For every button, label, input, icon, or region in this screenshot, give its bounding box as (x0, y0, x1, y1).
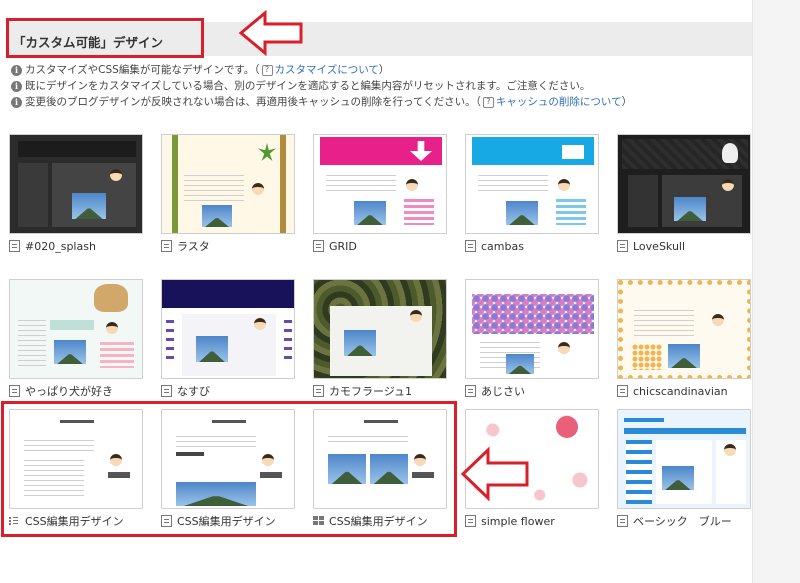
info-icon: i (11, 96, 22, 108)
design-caption: やっぱり犬が好き (9, 384, 143, 398)
info-icon: i (11, 64, 22, 76)
document-icon (9, 240, 20, 252)
left-arrow-annotation (238, 10, 303, 56)
design-thumbnail[interactable] (465, 134, 599, 234)
design-thumbnail[interactable] (465, 279, 599, 379)
help-icon: ? (261, 64, 273, 76)
note-reset-warning: i 既にデザインをカスタマイズしている場合、別のデザインを適応すると編集内容がリ… (11, 78, 632, 94)
notes: i カスタマイズやCSS編集が可能なデザインです。（ ? カスタマイズについて … (11, 62, 632, 110)
left-arrow-annotation (460, 446, 529, 502)
customize-help-link[interactable]: カスタマイズについて (275, 62, 379, 78)
design-card[interactable]: GRID (313, 134, 447, 253)
design-caption: #020_splash (9, 239, 143, 253)
design-caption: あじさい (465, 384, 599, 398)
design-caption: simple flower (465, 514, 599, 528)
design-card[interactable]: ベーシック ブルー (617, 409, 751, 528)
design-caption: カモフラージュ1 (313, 384, 447, 398)
design-card[interactable]: ラスタ (161, 134, 295, 253)
document-icon (465, 240, 476, 252)
document-icon (9, 385, 20, 397)
design-thumbnail[interactable] (9, 134, 143, 234)
cache-help-link[interactable]: キャッシュの削除について (496, 94, 622, 110)
note-customizable: i カスタマイズやCSS編集が可能なデザインです。（ ? カスタマイズについて … (11, 62, 632, 78)
document-icon (617, 240, 628, 252)
design-caption: chicscandinavian (617, 384, 751, 398)
page-scroll-gutter (752, 0, 800, 583)
document-icon (465, 385, 476, 397)
design-card[interactable]: LoveSkull (617, 134, 751, 253)
design-caption: LoveSkull (617, 239, 751, 253)
design-thumbnail[interactable] (313, 279, 447, 379)
note-cache: i 変更後のブログデザインが反映されない場合は、再適用後キャッシュの削除を行って… (11, 94, 632, 110)
design-thumbnail[interactable] (617, 134, 751, 234)
document-icon (161, 385, 172, 397)
design-caption: ラスタ (161, 239, 295, 253)
highlight-box-css-designs (1, 401, 457, 537)
document-icon (617, 385, 628, 397)
design-card[interactable]: なすび (161, 279, 295, 398)
design-thumbnail[interactable] (9, 279, 143, 379)
help-icon: ? (482, 96, 494, 108)
design-caption: ベーシック ブルー (617, 514, 751, 528)
design-caption: GRID (313, 239, 447, 253)
document-icon (161, 240, 172, 252)
document-icon (313, 240, 324, 252)
document-icon (465, 515, 476, 527)
design-card[interactable]: chicscandinavian (617, 279, 751, 398)
design-thumbnail[interactable] (313, 134, 447, 234)
design-thumbnail[interactable] (161, 134, 295, 234)
design-caption: cambas (465, 239, 599, 253)
design-card[interactable]: やっぱり犬が好き (9, 279, 143, 398)
design-caption: なすび (161, 384, 295, 398)
design-card[interactable]: カモフラージュ1 (313, 279, 447, 398)
document-icon (617, 515, 628, 527)
design-thumbnail[interactable] (617, 409, 751, 509)
design-card[interactable]: cambas (465, 134, 599, 253)
design-thumbnail[interactable] (161, 279, 295, 379)
design-card[interactable]: #020_splash (9, 134, 143, 253)
info-icon: i (11, 80, 22, 92)
design-card[interactable]: あじさい (465, 279, 599, 398)
document-icon (313, 385, 324, 397)
design-thumbnail[interactable] (617, 279, 751, 379)
highlight-box-title (6, 18, 204, 58)
